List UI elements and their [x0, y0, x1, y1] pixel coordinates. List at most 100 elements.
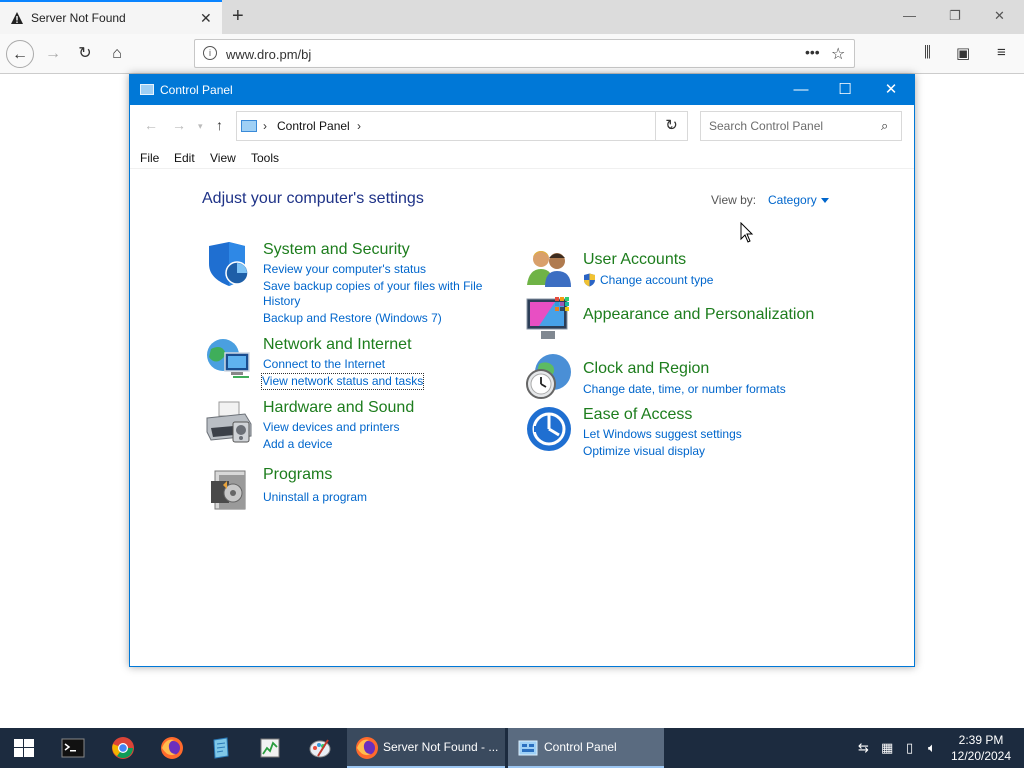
bookmark-star-icon[interactable]: ☆ — [831, 44, 845, 64]
link-backup-file-history-cont[interactable]: History — [263, 294, 300, 309]
firefox-icon[interactable] — [160, 736, 184, 760]
close-icon[interactable]: ✕ — [868, 79, 914, 101]
category-title[interactable]: Clock and Region — [583, 360, 709, 378]
address-bar[interactable]: › Control Panel › ⌄ — [236, 111, 688, 141]
sidebar-icon[interactable]: ▣ — [956, 44, 970, 62]
home-button[interactable]: ⌂ — [103, 40, 131, 68]
url-text[interactable]: www.dro.pm/bj — [226, 47, 311, 62]
refresh-button[interactable]: ↻ — [655, 111, 688, 141]
globe-network-icon — [207, 339, 250, 378]
new-tab-button[interactable]: + — [232, 5, 244, 28]
clock-date: 12/20/2024 — [950, 749, 1012, 763]
menu-bar: File Edit View Tools — [130, 147, 914, 169]
breadcrumb[interactable]: Control Panel — [277, 119, 350, 133]
users-icon — [527, 251, 571, 287]
link-suggest-settings[interactable]: Let Windows suggest settings — [583, 427, 742, 442]
volume-muted-icon[interactable]: 🔈︎ — [928, 740, 936, 756]
category-title[interactable]: Hardware and Sound — [263, 399, 414, 417]
taskbar-app-label: Control Panel — [544, 740, 617, 754]
link-review-status[interactable]: Review your computer's status — [263, 262, 426, 277]
reload-button[interactable]: ↻ — [71, 40, 99, 68]
paint-icon[interactable] — [308, 736, 332, 760]
browser-tab[interactable]: Server Not Found ✕ — [0, 0, 222, 34]
menu-view[interactable]: View — [210, 151, 236, 165]
link-optimize-visual[interactable]: Optimize visual display — [583, 444, 705, 459]
link-view-network-status[interactable]: View network status and tasks — [260, 373, 425, 390]
category-appearance-personalization: Appearance and Personalization — [525, 295, 845, 345]
forward-arrow-icon[interactable]: → — [172, 117, 186, 133]
link-add-device[interactable]: Add a device — [263, 437, 332, 452]
chevron-right-icon[interactable]: › — [357, 119, 361, 133]
chrome-icon[interactable] — [111, 736, 135, 760]
forward-button[interactable]: → — [39, 40, 67, 68]
close-tab-icon[interactable]: ✕ — [200, 10, 212, 27]
minimize-icon[interactable]: — — [903, 8, 916, 23]
control-panel-icon — [241, 120, 257, 132]
menu-file[interactable]: File — [140, 151, 159, 165]
view-by-dropdown[interactable]: Category — [768, 193, 829, 207]
link-connect-internet[interactable]: Connect to the Internet — [263, 357, 385, 372]
address-row: ← → ▾ ↑ › Control Panel › ⌄ ↻ ⌕ — [130, 105, 914, 147]
url-bar[interactable]: i www.dro.pm/bj ••• ☆ — [194, 39, 855, 68]
taskbar-app-label: Server Not Found - ... — [383, 740, 499, 754]
chevron-right-icon[interactable]: › — [263, 119, 267, 133]
category-title[interactable]: Programs — [263, 466, 332, 484]
taskbar: Server Not Found - ... Control Panel ⇆ ▦… — [0, 728, 1024, 768]
link-change-account-type[interactable]: Change account type — [600, 273, 713, 288]
close-window-icon[interactable]: ✕ — [994, 8, 1005, 24]
library-icon[interactable]: ⫼ — [924, 44, 931, 61]
printer-icon — [206, 401, 252, 443]
search-box[interactable]: ⌕ — [700, 111, 902, 141]
link-backup-file-history[interactable]: Save backup copies of your files with Fi… — [263, 279, 482, 294]
menu-edit[interactable]: Edit — [174, 151, 195, 165]
uac-shield-icon — [584, 273, 595, 287]
color-icon[interactable]: ▦ — [881, 740, 893, 756]
tab-title: Server Not Found — [31, 11, 126, 25]
recent-locations-icon[interactable]: ▾ — [198, 121, 203, 132]
window-title-bar[interactable]: Control Panel — ☐ ✕ — [130, 75, 914, 105]
clock-time: 2:39 PM — [958, 733, 1004, 747]
task-manager-icon[interactable] — [258, 736, 282, 760]
category-system-security: System and Security Review your computer… — [205, 240, 505, 330]
maximize-icon[interactable]: ☐ — [822, 79, 868, 101]
clock[interactable]: 2:39 PM 12/20/2024 — [948, 732, 1014, 764]
category-title[interactable]: System and Security — [263, 241, 410, 259]
search-icon[interactable]: ⌕ — [881, 118, 888, 134]
menu-icon[interactable]: ≡ — [997, 44, 1006, 61]
category-title[interactable]: Network and Internet — [263, 336, 412, 354]
network-icon[interactable]: ⇆ — [858, 740, 869, 756]
up-arrow-icon[interactable]: ↑ — [216, 117, 223, 133]
back-arrow-icon[interactable]: ← — [144, 117, 158, 133]
window-title: Control Panel — [160, 83, 233, 97]
category-title[interactable]: Appearance and Personalization — [583, 306, 814, 324]
link-devices-printers[interactable]: View devices and printers — [263, 420, 400, 435]
control-panel-icon — [140, 84, 154, 95]
menu-tools[interactable]: Tools — [251, 151, 279, 165]
notepad-icon[interactable] — [209, 736, 233, 760]
browser-tab-bar: Server Not Found ✕ + — ❐ ✕ — [0, 0, 1024, 34]
warning-icon — [11, 12, 23, 24]
back-button[interactable]: ← — [6, 40, 34, 68]
restore-icon[interactable]: ❐ — [949, 8, 961, 24]
firefox-icon — [356, 737, 378, 759]
info-icon[interactable]: i — [203, 46, 217, 60]
windows-start-icon[interactable] — [12, 736, 36, 760]
more-actions-icon[interactable]: ••• — [805, 44, 820, 60]
category-hardware-sound: Hardware and Sound View devices and prin… — [205, 398, 505, 453]
search-input[interactable] — [702, 113, 874, 139]
category-title[interactable]: Ease of Access — [583, 406, 692, 424]
category-programs: Programs Uninstall a program — [205, 465, 505, 513]
taskbar-app-firefox[interactable]: Server Not Found - ... — [347, 728, 505, 768]
usb-icon[interactable]: ▯ — [906, 740, 913, 756]
minimize-icon[interactable]: — — [778, 79, 824, 101]
category-title[interactable]: User Accounts — [583, 251, 686, 269]
category-clock-region: Clock and Region Change date, time, or n… — [525, 352, 845, 402]
terminal-icon[interactable] — [61, 736, 85, 760]
link-change-date-time[interactable]: Change date, time, or number formats — [583, 382, 786, 397]
control-panel-icon — [518, 740, 538, 756]
link-uninstall-program[interactable]: Uninstall a program — [263, 490, 367, 505]
view-by-value: Category — [768, 193, 817, 207]
ease-of-access-icon — [527, 407, 571, 451]
link-backup-restore[interactable]: Backup and Restore (Windows 7) — [263, 311, 442, 326]
taskbar-app-control-panel[interactable]: Control Panel — [508, 728, 664, 768]
